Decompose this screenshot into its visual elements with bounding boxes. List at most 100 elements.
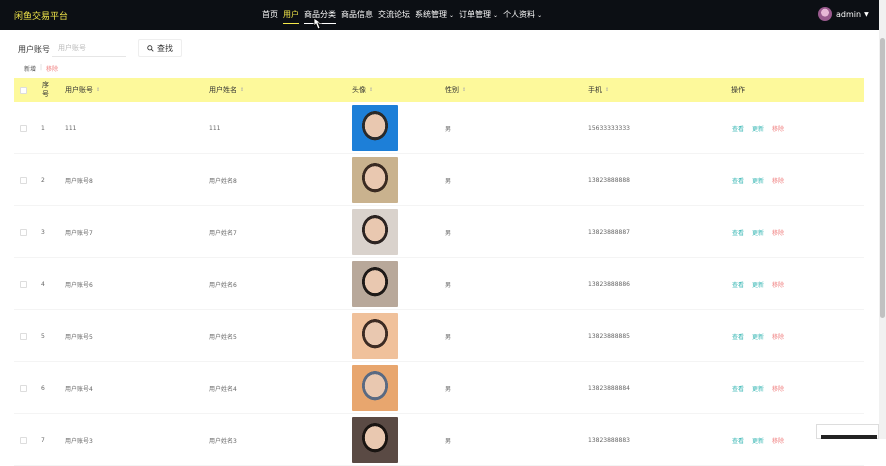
col-phone-label: 手机	[588, 86, 602, 94]
cell-index: 5	[41, 332, 45, 340]
cell-gender: 男	[445, 177, 452, 185]
row-checkbox[interactable]	[20, 332, 27, 340]
edit-button[interactable]: 更新	[752, 280, 764, 289]
search-button-label: 查找	[157, 43, 173, 53]
nav-item[interactable]: 个人资料 ⌄	[503, 9, 542, 20]
avatar-image	[352, 261, 398, 307]
delete-button[interactable]: 移除	[772, 436, 784, 445]
col-avatar[interactable]: 头像 ⇕	[352, 78, 373, 102]
cell-index: 6	[41, 384, 45, 392]
edit-button[interactable]: 更新	[752, 332, 764, 341]
chevron-down-icon: ⌄	[493, 12, 499, 19]
nav-item[interactable]: 首页	[262, 9, 278, 20]
bulk-delete-button[interactable]: 移除	[46, 64, 58, 73]
mouse-cursor-icon	[313, 18, 322, 30]
main-nav: 首页 用户 商品分类 商品信息 交流论坛 系统管理 ⌄ 订单管理 ⌄ 个人资料 ⌄	[262, 9, 547, 24]
cell-phone: 15633333333	[588, 124, 630, 132]
view-button[interactable]: 查看	[732, 176, 744, 185]
nav-item-label: 交流论坛	[378, 10, 410, 19]
cell-account: 用户账号4	[65, 385, 93, 393]
sort-icon[interactable]: ⇕	[96, 87, 100, 93]
cell-account: 用户账号8	[65, 177, 93, 185]
row-checkbox[interactable]	[20, 384, 27, 392]
cell-gender: 男	[445, 385, 452, 393]
row-checkbox[interactable]	[20, 280, 27, 288]
brand-title: 闲鱼交易平台	[14, 12, 69, 22]
popup-corner	[816, 424, 879, 439]
cell-gender: 男	[445, 125, 452, 133]
col-account[interactable]: 用户账号 ⇕	[65, 78, 100, 102]
cell-name: 用户姓名5	[209, 333, 237, 341]
table-row: 3 用户账号7 用户姓名7 男 13823888887 查看 更新 移除	[14, 206, 864, 258]
col-avatar-label: 头像	[352, 86, 366, 94]
col-name-label: 用户姓名	[209, 86, 237, 94]
nav-item-label: 个人资料	[503, 10, 536, 19]
cell-name: 用户姓名7	[209, 229, 237, 237]
sort-icon[interactable]: ⇕	[462, 87, 466, 93]
avatar-image	[352, 157, 398, 203]
view-button[interactable]: 查看	[732, 332, 744, 341]
col-index: 序号	[42, 81, 49, 98]
search-label: 用户账号	[18, 45, 50, 54]
top-nav-bar: 闲鱼交易平台 首页 用户 商品分类 商品信息 交流论坛 系统管理 ⌄ 订单管理 ⌄ 个人资料 ⌄ a…	[0, 0, 879, 30]
edit-button[interactable]: 更新	[752, 228, 764, 237]
nav-item[interactable]: 系统管理 ⌄	[415, 9, 454, 20]
table-row: 6 用户账号4 用户姓名4 男 13823888884 查看 更新 移除	[14, 362, 864, 414]
cell-phone: 13823888888	[588, 176, 630, 184]
edit-button[interactable]: 更新	[752, 124, 764, 133]
sort-icon[interactable]: ⇕	[605, 87, 609, 93]
row-checkbox[interactable]	[20, 436, 27, 444]
row-checkbox[interactable]	[20, 228, 27, 236]
cell-index: 3	[41, 228, 45, 236]
cell-index: 7	[41, 436, 45, 444]
view-button[interactable]: 查看	[732, 124, 744, 133]
cell-account: 用户账号5	[65, 333, 93, 341]
user-menu[interactable]: admin ▼	[818, 7, 869, 21]
search-button[interactable]: 查找	[138, 39, 182, 57]
cell-name: 111	[209, 124, 221, 132]
avatar-image	[352, 209, 398, 255]
delete-button[interactable]: 移除	[772, 176, 784, 185]
delete-button[interactable]: 移除	[772, 280, 784, 289]
col-phone[interactable]: 手机 ⇕	[588, 78, 609, 102]
search-input[interactable]	[52, 39, 126, 57]
chevron-down-icon: ⌄	[537, 12, 543, 19]
delete-button[interactable]: 移除	[772, 124, 784, 133]
avatar-image	[352, 105, 398, 151]
cell-gender: 男	[445, 333, 452, 341]
row-checkbox[interactable]	[20, 176, 27, 184]
cell-phone: 13823888885	[588, 332, 630, 340]
col-gender[interactable]: 性别 ⇕	[445, 78, 466, 102]
scrollbar-thumb[interactable]	[880, 38, 885, 318]
nav-item[interactable]: 商品信息	[341, 9, 373, 20]
sort-icon[interactable]: ⇕	[240, 87, 244, 93]
cell-phone: 13823888884	[588, 384, 630, 392]
cell-gender: 男	[445, 229, 452, 237]
view-button[interactable]: 查看	[732, 436, 744, 445]
delete-button[interactable]: 移除	[772, 332, 784, 341]
avatar-image	[352, 365, 398, 411]
col-ops: 操作	[731, 86, 745, 94]
col-name[interactable]: 用户姓名 ⇕	[209, 78, 244, 102]
view-button[interactable]: 查看	[732, 280, 744, 289]
row-checkbox[interactable]	[20, 124, 27, 132]
sort-icon[interactable]: ⇕	[369, 87, 373, 93]
delete-button[interactable]: 移除	[772, 228, 784, 237]
nav-item-label: 商品信息	[341, 10, 373, 19]
add-button[interactable]: 新增	[24, 64, 36, 73]
cell-name: 用户姓名8	[209, 177, 237, 185]
nav-item[interactable]: 用户	[283, 9, 299, 24]
cell-phone: 13823888883	[588, 436, 630, 444]
nav-item[interactable]: 订单管理 ⌄	[459, 9, 498, 20]
view-button[interactable]: 查看	[732, 384, 744, 393]
view-button[interactable]: 查看	[732, 228, 744, 237]
edit-button[interactable]: 更新	[752, 384, 764, 393]
edit-button[interactable]: 更新	[752, 176, 764, 185]
select-all-checkbox[interactable]	[20, 86, 27, 94]
user-avatar	[818, 7, 832, 21]
search-icon	[147, 44, 154, 52]
edit-button[interactable]: 更新	[752, 436, 764, 445]
delete-button[interactable]: 移除	[772, 384, 784, 393]
nav-item[interactable]: 交流论坛	[378, 9, 410, 20]
avatar-image	[352, 417, 398, 463]
